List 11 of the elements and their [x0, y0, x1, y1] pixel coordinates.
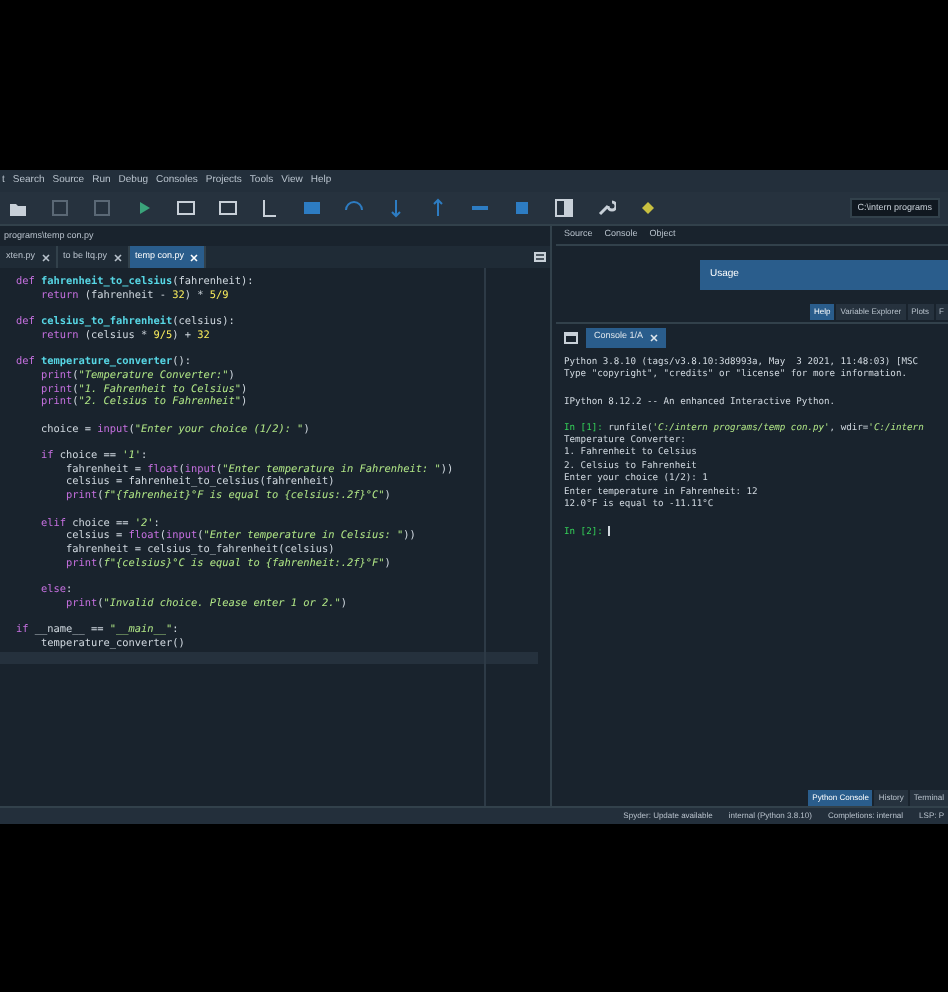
window-icon[interactable]: [564, 331, 578, 343]
menu-icon[interactable]: [534, 252, 546, 262]
close-icon[interactable]: [649, 333, 658, 341]
folder-icon[interactable]: [8, 198, 28, 218]
step-into-icon[interactable]: [386, 198, 406, 218]
play-icon[interactable]: [134, 198, 154, 218]
stop-icon[interactable]: [512, 198, 532, 218]
step-out-icon[interactable]: [428, 198, 448, 218]
close-icon[interactable]: [41, 253, 50, 261]
text-cursor: [608, 526, 611, 537]
close-icon[interactable]: [113, 253, 122, 261]
